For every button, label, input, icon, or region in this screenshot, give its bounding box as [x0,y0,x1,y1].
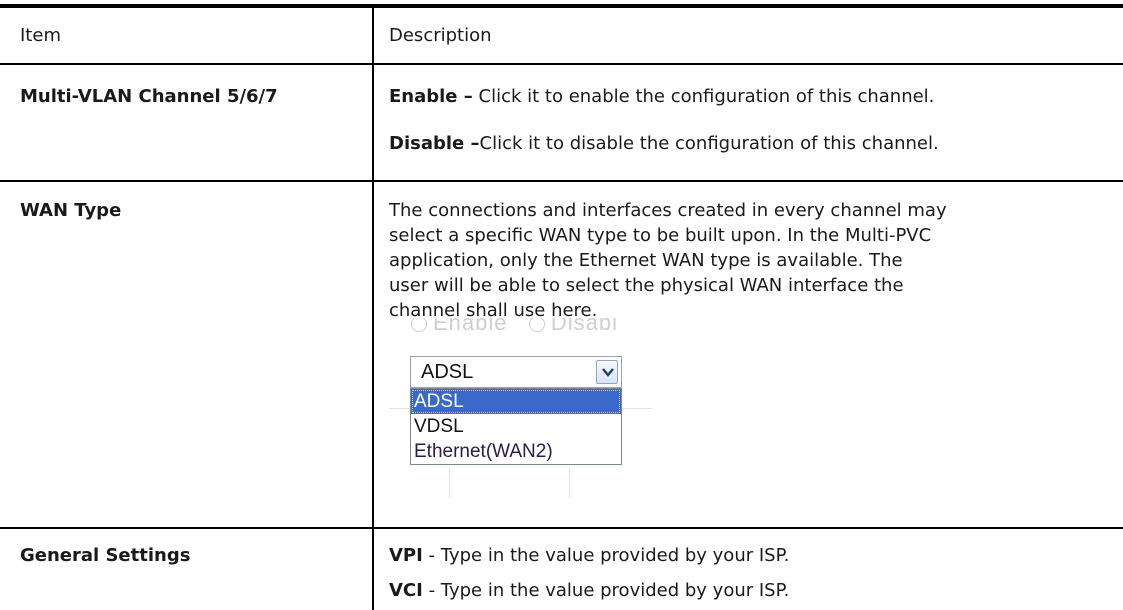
column-divider [372,8,374,610]
term-enable: Enable – [389,86,473,107]
text-enable: Click it to enable the configuration of … [472,86,935,107]
row-item-general-settings: General Settings [20,545,191,566]
row-desc-vpi: VPI - Type in the value provided by your… [389,543,1109,568]
text-disable: Click it to disable the configuration of… [479,133,939,154]
row2-bottom-border [0,527,1123,529]
paragraph-line: select a specific WAN type to be built u… [389,225,932,246]
table-top-border [0,4,1123,8]
ghost-disable: Disabl [550,318,618,335]
wan-type-select[interactable]: ADSL [410,356,622,388]
header-item: Item [20,25,61,46]
term-disable: Disable – [389,133,480,154]
term-vpi: VPI [389,545,423,566]
ghost-radio-row: Enable Disabl [411,318,618,336]
option-vdsl[interactable]: VDSL [411,414,621,439]
text-vci: - Type in the value provided by your ISP… [422,580,790,601]
ghost-line [389,408,410,409]
option-ethernet-wan2[interactable]: Ethernet(WAN2) [411,439,621,464]
ghost-line [569,468,570,498]
row-desc-vci: VCI - Type in the value provided by your… [389,578,1109,603]
row-item-multi-vlan: Multi-VLAN Channel 5/6/7 [20,86,278,107]
paragraph-line: user will be able to select the physical… [389,275,904,296]
wan-type-paragraph: The connections and interfaces created i… [389,198,1109,323]
paragraph-line: The connections and interfaces created i… [389,200,947,221]
ghost-enable: Enable [433,318,508,335]
header-bottom-border [0,63,1123,65]
ghost-line [622,408,652,409]
term-vci: VCI [389,580,423,601]
row-desc-disable: Disable –Click it to disable the configu… [389,131,1109,156]
row1-bottom-border [0,180,1123,182]
ghost-line [449,468,450,498]
paragraph-line: application, only the Ethernet WAN type … [389,250,903,271]
option-adsl[interactable]: ADSL [411,389,621,414]
wan-type-select-value: ADSL [421,361,474,383]
radio-enable-ghost [411,318,427,333]
row-item-wan-type: WAN Type [20,200,122,221]
wan-type-options: ADSL VDSL Ethernet(WAN2) [410,388,622,465]
row-desc-enable: Enable – Click it to enable the configur… [389,84,1109,109]
radio-disable-ghost [528,318,545,333]
dropdown-button[interactable] [596,360,618,384]
chevron-down-icon [602,368,614,377]
text-vpi: - Type in the value provided by your ISP… [422,545,790,566]
header-description: Description [389,25,492,46]
description-table: Item Description Multi-VLAN Channel 5/6/… [0,0,1123,610]
wan-type-screenshot: Enable Disabl ADSL ADSL VDSL Ethernet(WA… [389,318,829,498]
